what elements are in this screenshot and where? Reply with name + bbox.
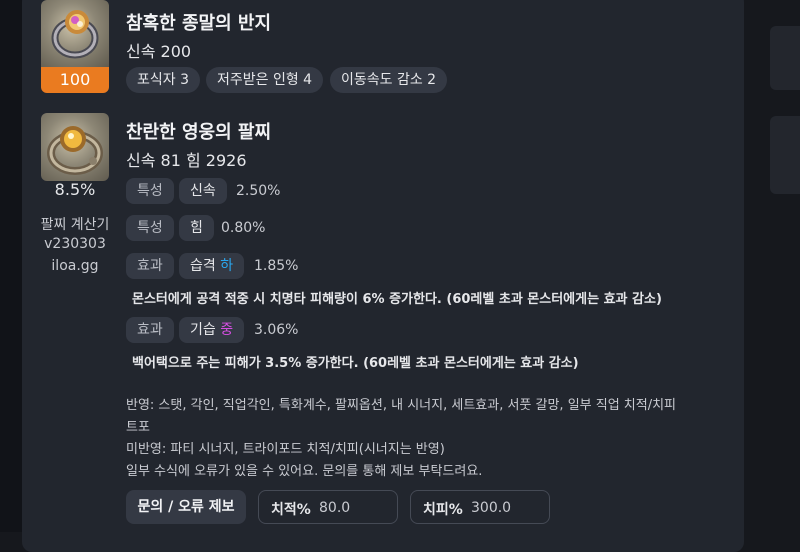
option-value: 0.80% xyxy=(221,220,266,236)
option-type-label: 특성 xyxy=(126,215,174,241)
option-grade: 중 xyxy=(220,322,234,338)
item-level-badge: 100 xyxy=(41,67,109,93)
option-type-label: 특성 xyxy=(126,178,174,204)
option-type-label: 효과 xyxy=(126,253,174,279)
option-description: 백어택으로 주는 피해가 3.5% 증가한다. (60레벨 초과 몬스터에게는 … xyxy=(132,356,579,371)
engraving-tag: 이동속도 감소 2 xyxy=(330,67,448,93)
bracelet-icon xyxy=(41,113,109,181)
calculator-title: 팔찌 계산기 xyxy=(40,217,110,233)
option-name: 힘 xyxy=(179,215,214,241)
item-name: 찬란한 영웅의 팔찌 xyxy=(126,122,272,143)
option-grade: 하 xyxy=(220,258,234,274)
right-side-card xyxy=(770,116,800,194)
option-name: 기습 중 xyxy=(179,317,245,343)
crit-damage-input[interactable] xyxy=(469,497,543,519)
disclaimer-note: 일부 수식에 오류가 있을 수 있어요. 문의를 통해 제보 부탁드려요. xyxy=(126,464,483,479)
ring-icon xyxy=(41,0,109,67)
option-name-text: 기습 xyxy=(190,322,216,338)
report-button[interactable]: 문의 / 오류 제보 xyxy=(126,490,246,524)
option-value: 3.06% xyxy=(254,322,299,338)
option-value: 1.85% xyxy=(254,258,299,274)
option-name: 신속 xyxy=(179,178,227,204)
calculator-version: v230303 xyxy=(44,236,106,252)
option-name: 습격 하 xyxy=(179,253,245,279)
crit-rate-field[interactable]: 치적% xyxy=(258,490,398,524)
engraving-tag: 저주받은 인형 4 xyxy=(206,67,324,93)
quality-percent: 8.5% xyxy=(54,180,96,199)
option-description: 몬스터에게 공격 적중 시 치명타 피해량이 6% 증가한다. (60레벨 초과… xyxy=(132,292,662,307)
reflected-note-continued: 트포 xyxy=(126,420,150,435)
left-gutter xyxy=(0,0,22,532)
crit-damage-label: 치피% xyxy=(423,502,463,518)
engraving-tag: 포식자 3 xyxy=(126,67,200,93)
crit-damage-field[interactable]: 치피% xyxy=(410,490,550,524)
option-type-label: 효과 xyxy=(126,317,174,343)
right-side-card xyxy=(770,26,800,90)
crit-rate-label: 치적% xyxy=(271,502,311,518)
reflected-note: 반영: 스탯, 각인, 직업각인, 특화계수, 팔찌옵션, 내 시너지, 세트효… xyxy=(126,398,677,413)
option-value: 2.50% xyxy=(236,183,281,199)
item-name: 참혹한 종말의 반지 xyxy=(126,13,272,34)
crit-rate-input[interactable] xyxy=(317,497,391,519)
calculator-site: iloa.gg xyxy=(51,258,99,274)
unreflected-note: 미반영: 파티 시너지, 트라이포드 치적/치피(시너지는 반영) xyxy=(126,442,445,457)
item-stats: 신속 200 xyxy=(126,42,192,61)
item-stats: 신속 81 힘 2926 xyxy=(126,151,247,170)
option-name-text: 습격 xyxy=(190,258,216,274)
